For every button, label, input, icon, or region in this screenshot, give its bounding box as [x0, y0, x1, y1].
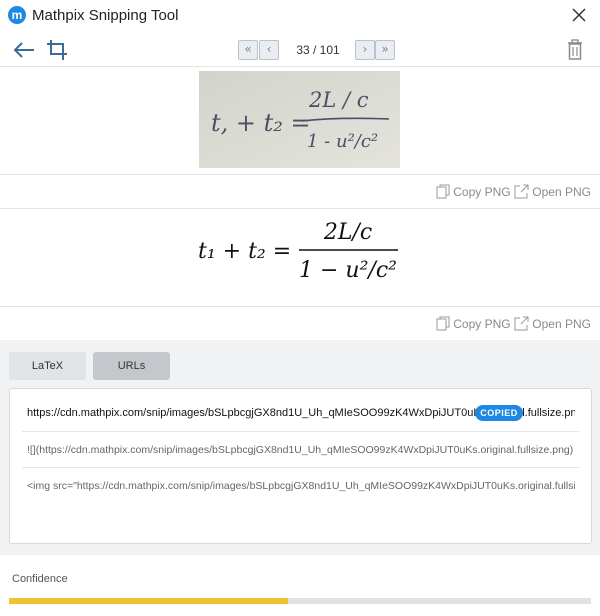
handwriting-lhs: t, + t₂ =: [211, 109, 311, 137]
open-external-icon[interactable]: [514, 316, 529, 331]
handwriting-numerator: 2L / c: [308, 88, 369, 112]
render-actions: Copy PNG Open PNG: [436, 316, 591, 334]
divider: [22, 467, 579, 468]
url-html[interactable]: <img src="https://cdn.mathpix.com/snip/i…: [27, 480, 575, 492]
equation-denominator: 1 − u²/c²: [299, 258, 397, 283]
open-png-link[interactable]: Open PNG: [532, 185, 591, 199]
tab-urls[interactable]: URLs: [93, 352, 170, 380]
toolbar: « ‹ 33 / 101 › »: [0, 34, 600, 67]
divider: [0, 174, 600, 175]
open-external-icon[interactable]: [514, 184, 529, 199]
close-icon[interactable]: [568, 4, 590, 26]
copy-icon[interactable]: [436, 184, 450, 199]
equation-numerator: 2L/c: [323, 220, 372, 245]
page-counter: 33 / 101: [296, 43, 340, 57]
url-markdown[interactable]: ![](https://cdn.mathpix.com/snip/images/…: [27, 444, 575, 456]
confidence-label: Confidence: [12, 573, 68, 585]
divider: [0, 306, 600, 307]
title-bar: m Mathpix Snipping Tool: [0, 0, 600, 32]
trash-icon[interactable]: [566, 39, 584, 61]
equation-lhs: t₁ + t₂ =: [198, 239, 291, 264]
window-title: Mathpix Snipping Tool: [32, 7, 179, 24]
prev-page-button[interactable]: ‹: [259, 40, 279, 60]
copy-png-link[interactable]: Copy PNG: [453, 185, 510, 199]
confidence-bar-fill: [9, 598, 289, 604]
handwritten-equation: t, + t₂ = 2L / c 1 - u²/c²: [199, 71, 400, 168]
tab-latex[interactable]: LaTeX: [9, 352, 86, 380]
snip-image: t, + t₂ = 2L / c 1 - u²/c²: [199, 71, 400, 168]
rendered-equation: t₁ + t₂ = 2L/c 1 − u²/c²: [0, 208, 600, 306]
url-list: https://cdn.mathpix.com/snip/images/bSLp…: [9, 388, 592, 544]
image-actions: Copy PNG Open PNG: [436, 184, 591, 202]
copied-badge: COPIED: [475, 405, 523, 421]
confidence-section: Confidence: [0, 555, 600, 616]
divider: [22, 431, 579, 432]
next-page-button[interactable]: ›: [355, 40, 375, 60]
crop-snip-icon[interactable]: [46, 39, 68, 61]
copy-icon[interactable]: [436, 316, 450, 331]
handwriting-denominator: 1 - u²/c²: [307, 131, 378, 152]
copy-png-link[interactable]: Copy PNG: [453, 317, 510, 331]
mathpix-logo-icon: m: [8, 6, 26, 24]
confidence-bar: [9, 598, 591, 604]
back-arrow-icon[interactable]: [12, 41, 36, 59]
open-png-link[interactable]: Open PNG: [532, 317, 591, 331]
last-page-button[interactable]: »: [375, 40, 395, 60]
first-page-button[interactable]: «: [238, 40, 258, 60]
